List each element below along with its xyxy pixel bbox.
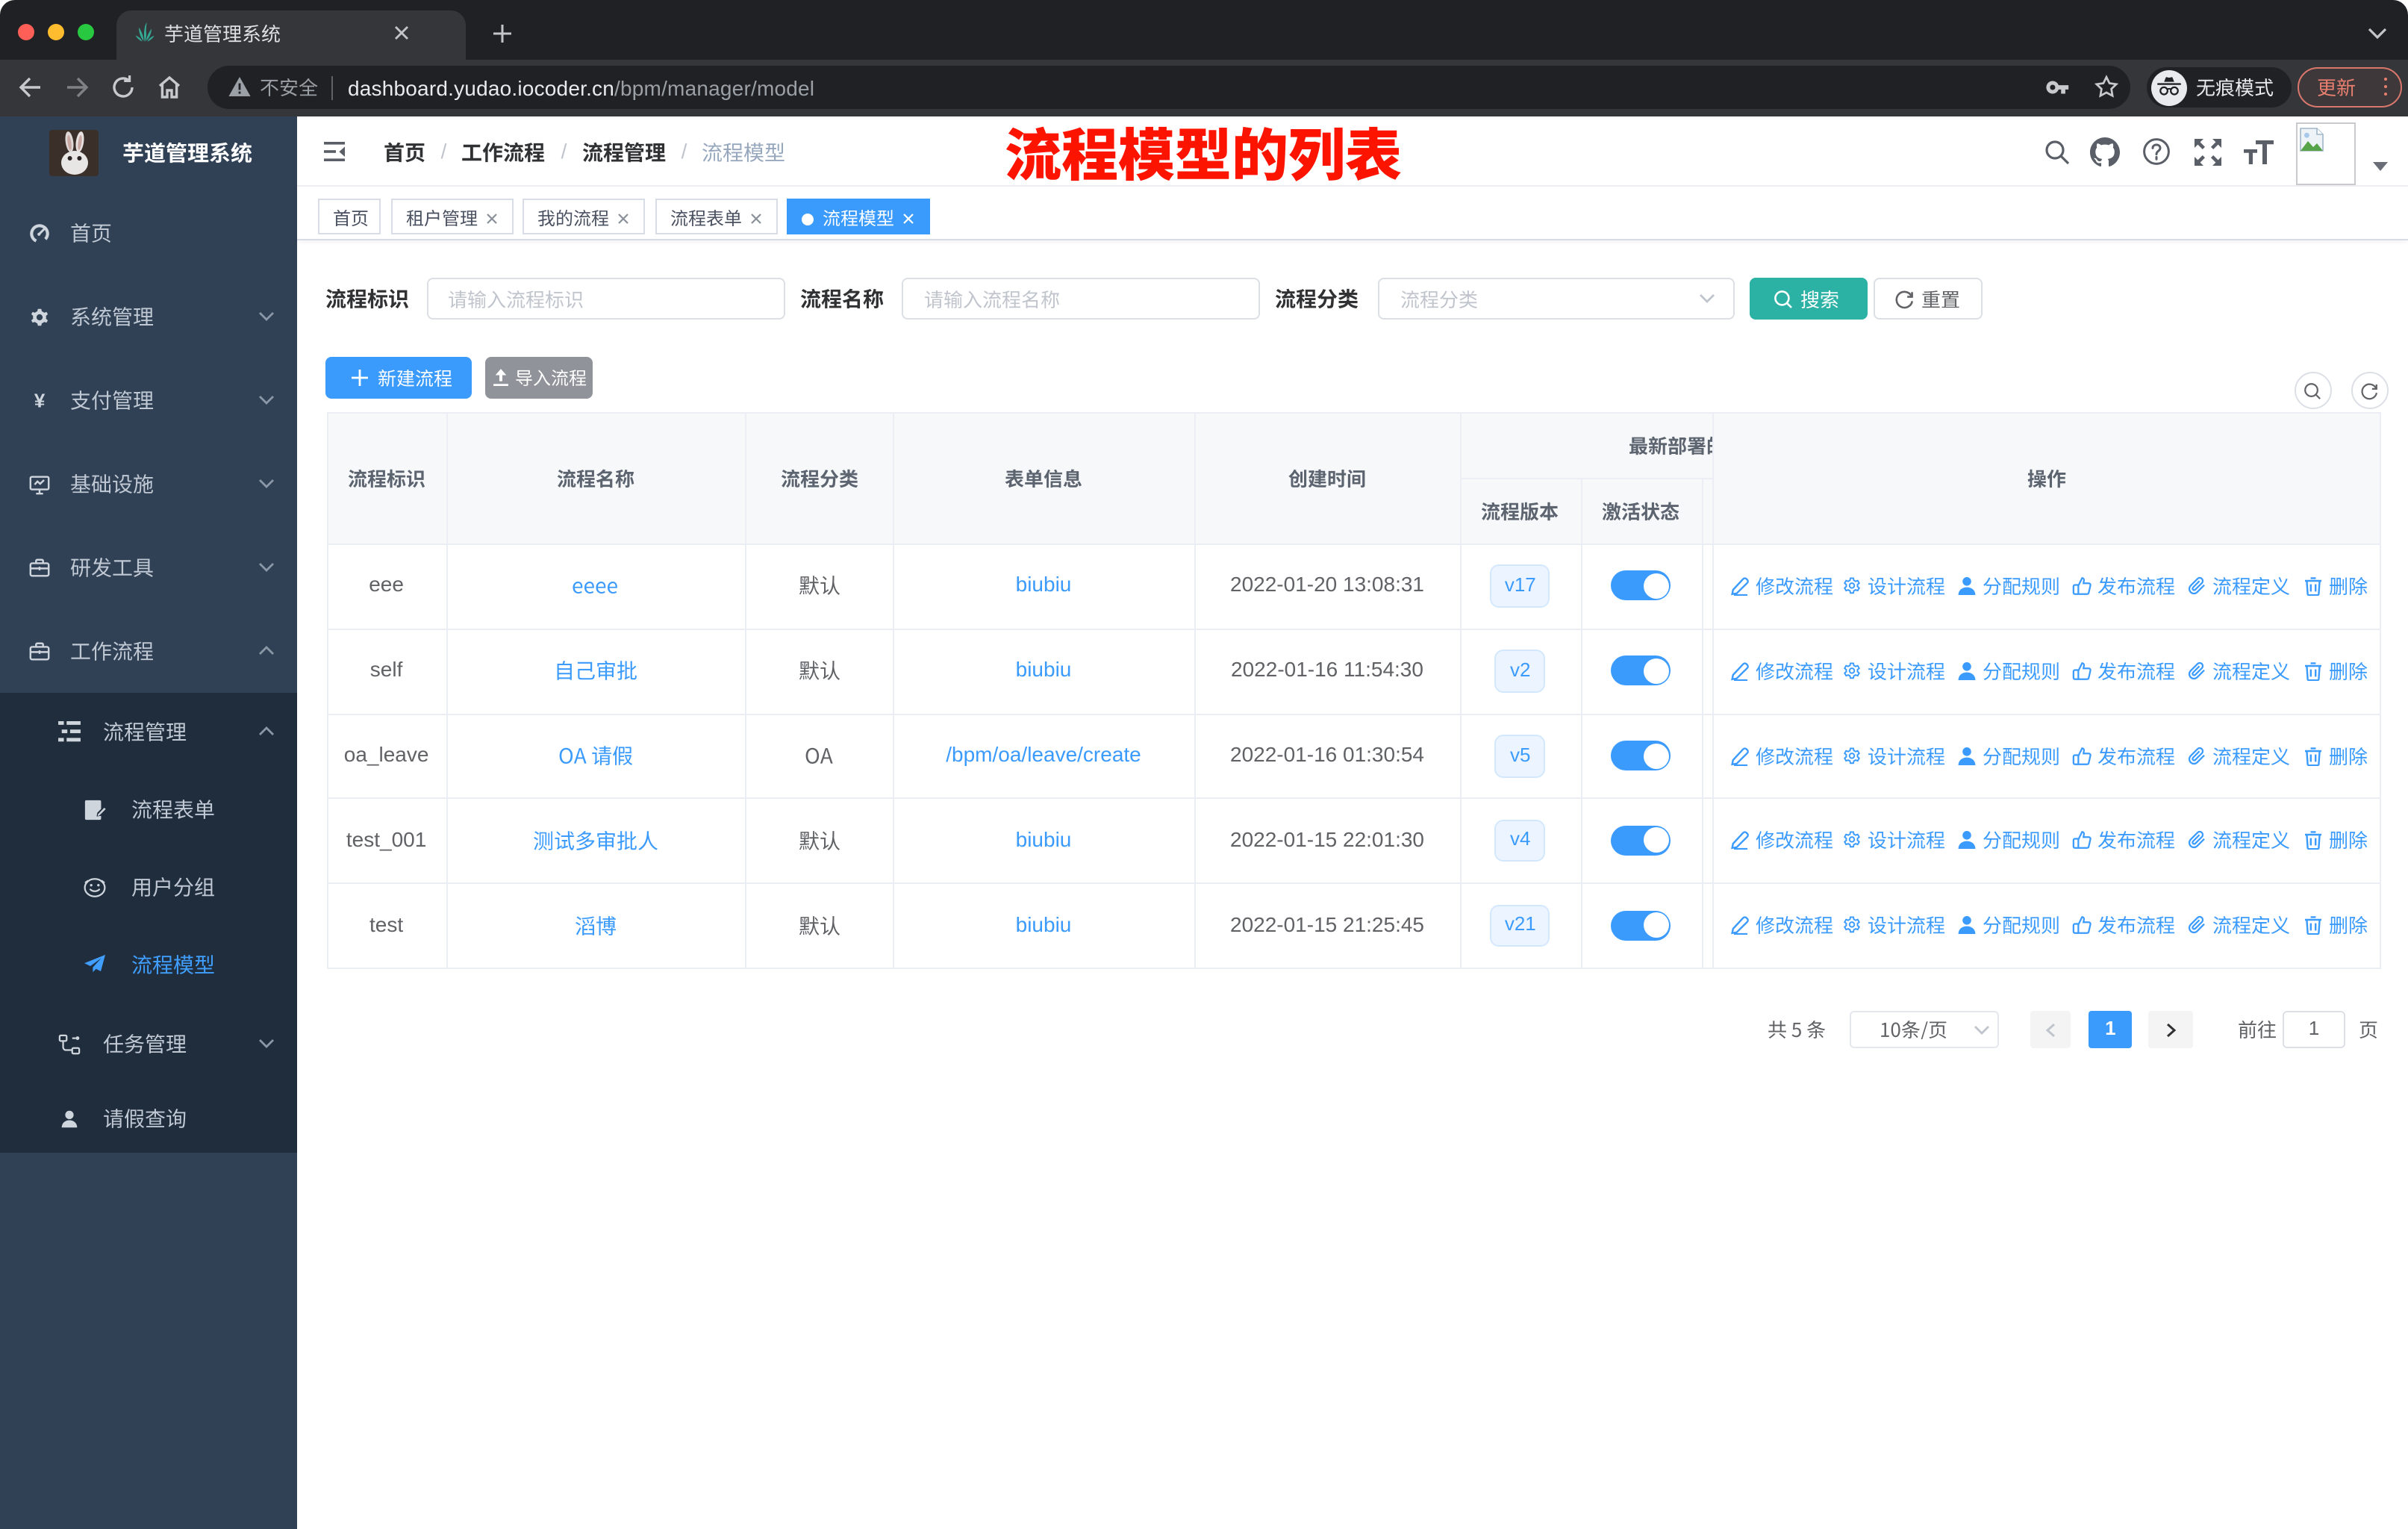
svg-text:¥: ¥ [34, 389, 46, 411]
